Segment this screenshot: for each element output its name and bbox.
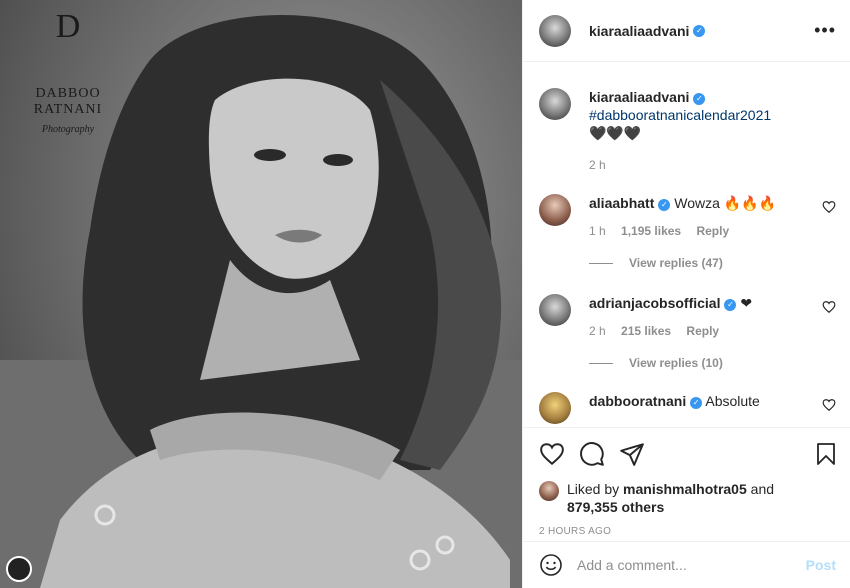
post-photo[interactable]: D DABBOO RATNANI Photography [0,0,522,588]
verified-badge-icon: ✓ [690,397,703,409]
bookmark-icon[interactable] [814,441,838,467]
reply-button[interactable]: Reply [696,224,729,238]
liker-avatar[interactable] [539,481,559,501]
commenter-avatar[interactable] [539,194,571,226]
comment-text: ❤ [740,295,753,311]
post-header: kiaraaliaadvani ✓ ••• [523,0,850,62]
commenter-username[interactable]: adrianjacobsofficial [589,295,720,311]
tagged-user-icon[interactable] [6,556,32,582]
author-username[interactable]: kiaraaliaadvani [589,23,689,39]
verified-badge-icon: ✓ [693,93,706,105]
likes-and: and [750,481,775,497]
comment-likes[interactable]: 215 likes [621,324,671,338]
caption-username[interactable]: kiaraaliaadvani [589,89,689,105]
comment-item: adrianjacobsofficial ✓ ❤ 2 h 215 likes Re… [539,294,836,340]
brand-name: DABBOO RATNANI [33,86,103,117]
caption-hashtag[interactable]: #dabbooratnanicalendar2021 [589,106,771,124]
comment-icon[interactable] [579,441,605,467]
likes-count[interactable]: 879,355 others [567,499,664,515]
comment-heart-icon[interactable] [822,398,836,412]
brand-subtitle: Photography [41,124,95,135]
add-comment-bar: Post [523,541,850,588]
photographer-watermark: D DABBOO RATNANI Photography [8,8,128,136]
verified-badge-icon: ✓ [658,199,671,211]
commenter-avatar[interactable] [539,392,571,424]
comment-item: aliaabhatt ✓ Wowza 🔥🔥🔥 1 h 1,195 likes Re… [539,194,836,240]
likes-summary: Liked by manishmalhotra05 and 879,355 ot… [539,480,834,516]
comment-heart-icon[interactable] [822,300,836,314]
post-comment-button[interactable]: Post [806,557,836,573]
comment-text: Wowza 🔥🔥🔥 [674,195,777,211]
commenter-username[interactable]: dabbooratnani [589,393,686,409]
comment-heart-icon[interactable] [822,200,836,214]
caption-emoji: 🖤🖤🖤 [589,125,642,141]
comment-likes[interactable]: 1,195 likes [621,224,681,238]
brand-mark: D [55,8,81,45]
more-options-icon[interactable]: ••• [814,20,836,41]
comments-list[interactable]: kiaraaliaadvani ✓ #dabbooratnanicalendar2… [523,62,850,427]
commenter-username[interactable]: aliaabhatt [589,195,654,211]
post-caption: kiaraaliaadvani ✓ #dabbooratnanicalendar2… [539,88,834,174]
comment-item: dabbooratnani ✓ Absolute [539,392,836,424]
view-replies-button[interactable]: View replies (47) [589,256,834,270]
comment-time[interactable]: 1 h [589,224,606,238]
heart-icon[interactable] [539,441,565,467]
author-avatar[interactable] [539,14,571,47]
caption-time[interactable]: 2 h [589,158,606,172]
post-actions: Liked by manishmalhotra05 and 879,355 ot… [523,427,850,541]
verified-badge-icon: ✓ [724,299,737,311]
emoji-icon[interactable] [539,553,563,577]
post-sidebar: kiaraaliaadvani ✓ ••• kiaraaliaadvani ✓ #… [522,0,850,588]
commenter-avatar[interactable] [539,294,571,326]
liker-username[interactable]: manishmalhotra05 [623,481,747,497]
post-time-ago[interactable]: 2 HOURS AGO [539,526,834,537]
comment-text: Absolute [705,393,760,409]
share-icon[interactable] [619,441,645,467]
reply-button[interactable]: Reply [686,324,719,338]
comment-time[interactable]: 2 h [589,324,606,338]
comment-input[interactable] [577,557,806,573]
verified-badge-icon: ✓ [693,24,706,37]
likes-prefix: Liked by [567,481,620,497]
view-replies-button[interactable]: View replies (10) [589,356,834,370]
caption-avatar[interactable] [539,88,571,120]
